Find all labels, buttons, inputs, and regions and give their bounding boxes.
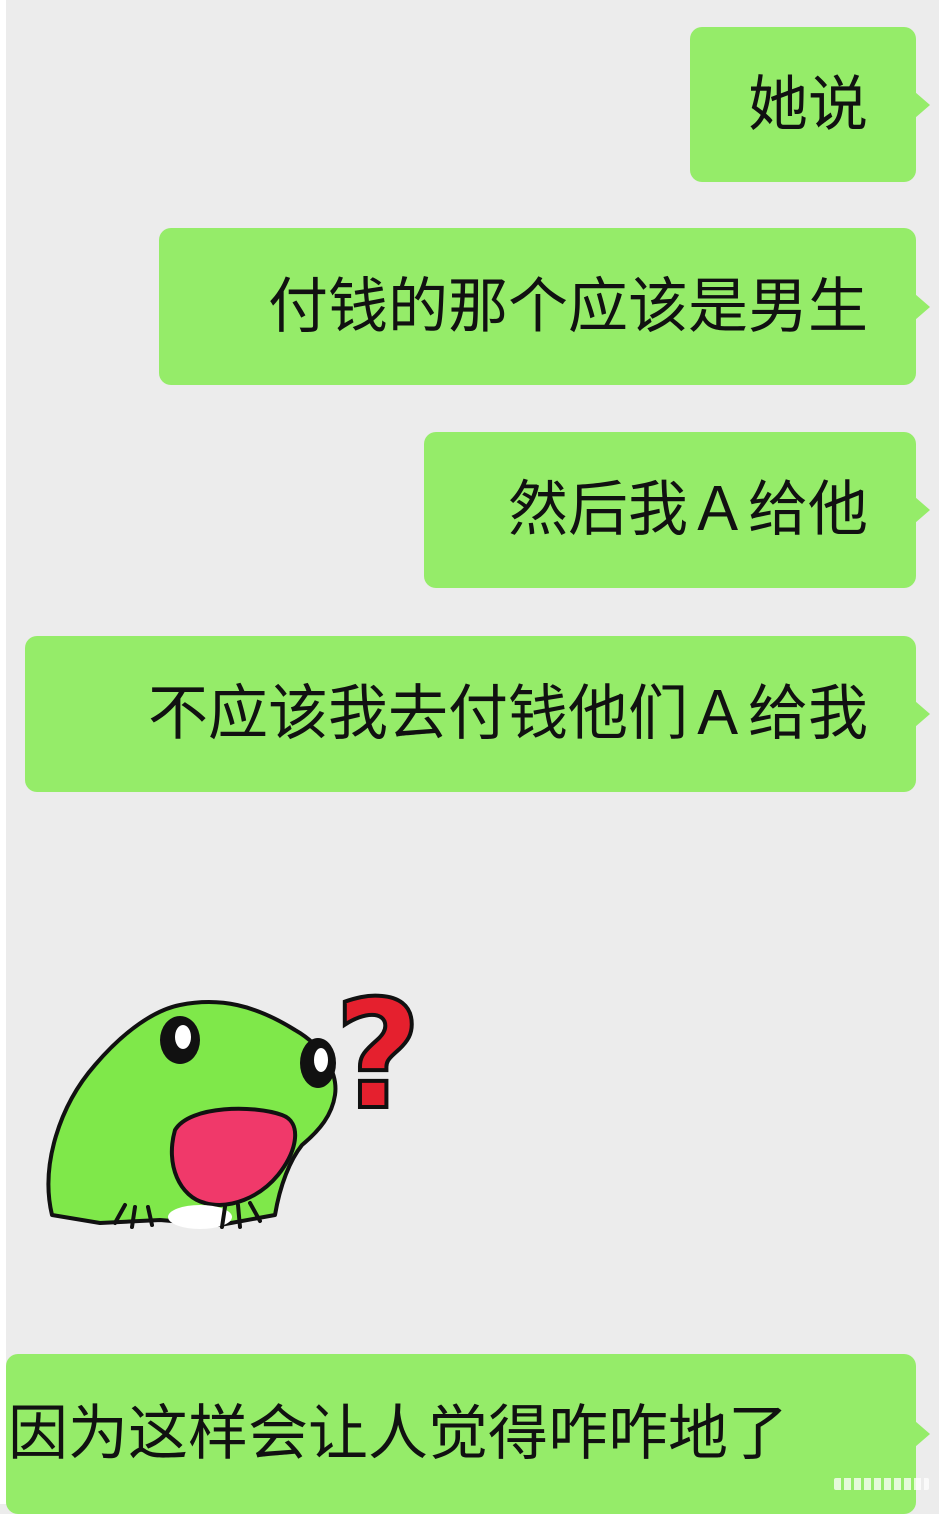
chat-message-area[interactable]: 她说 付钱的那个应该是男生 然后我Ａ给他 不应该我去付钱他们Ａ给我 ? 因为这样… <box>0 0 939 1514</box>
outgoing-message-bubble[interactable]: 然后我Ａ给他 <box>424 432 930 588</box>
outgoing-message-bubble[interactable]: 不应该我去付钱他们Ａ给我 <box>25 636 930 792</box>
message-text: 不应该我去付钱他们Ａ给我 <box>148 679 868 749</box>
outgoing-message-bubble[interactable]: 付钱的那个应该是男生 <box>159 228 930 385</box>
message-text: 付钱的那个应该是男生 <box>268 271 868 342</box>
outgoing-message-bubble[interactable]: 她说 <box>690 27 930 182</box>
confused-frog-icon: ? <box>46 967 424 1229</box>
svg-text:?: ? <box>334 969 421 1143</box>
frog-question-sticker[interactable]: ? <box>40 935 480 1255</box>
message-text: 然后我Ａ给他 <box>508 475 868 545</box>
question-mark-icon: ? <box>332 967 423 1145</box>
message-text: 因为这样会让人觉得咋咋地了 <box>8 1399 788 1469</box>
message-text: 她说 <box>748 69 868 140</box>
outgoing-message-bubble[interactable]: 因为这样会让人觉得咋咋地了 <box>6 1354 930 1514</box>
watermark <box>834 1478 929 1490</box>
